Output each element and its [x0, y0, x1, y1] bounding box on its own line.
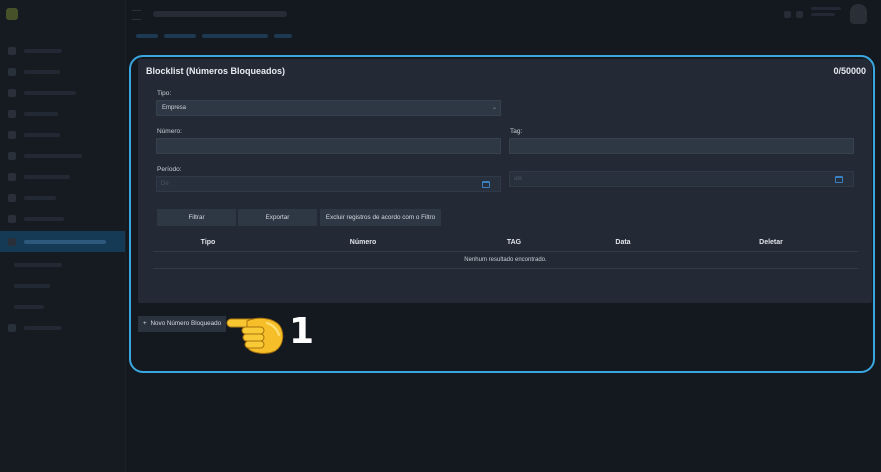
- menu-item-icon: [8, 172, 16, 181]
- sidebar-subitem[interactable]: [0, 254, 125, 275]
- sidebar-subitem[interactable]: [0, 296, 125, 317]
- pointing-hand-icon: [226, 317, 284, 354]
- sidebar-item[interactable]: [0, 317, 125, 338]
- menu-item-icon: [8, 193, 16, 202]
- top-bar: [126, 0, 881, 28]
- menu-item-icon: [8, 109, 16, 118]
- page-title-placeholder: [153, 11, 287, 17]
- app-logo: [6, 8, 26, 20]
- sidebar-item[interactable]: [0, 187, 125, 208]
- sidebar-item[interactable]: [0, 40, 125, 61]
- sidebar-item[interactable]: [0, 124, 125, 145]
- sidebar-subitem[interactable]: [0, 275, 125, 296]
- sidebar-item-active[interactable]: [0, 231, 125, 252]
- logo-text-placeholder: [23, 8, 26, 20]
- menu-item-icon: [8, 214, 16, 223]
- menu-icon[interactable]: [132, 10, 141, 20]
- sidebar-item[interactable]: [0, 166, 125, 187]
- sidebar-item[interactable]: [0, 103, 125, 124]
- step-number: 1: [289, 311, 315, 352]
- sidebar-item[interactable]: [0, 208, 125, 229]
- menu-item-icon: [8, 323, 16, 332]
- avatar[interactable]: [850, 4, 867, 24]
- sidebar-menu: [0, 40, 125, 338]
- menu-item-icon: [8, 67, 16, 76]
- menu-item-icon: [8, 130, 16, 139]
- menu-item-icon: [8, 151, 16, 160]
- menu-item-icon: [8, 88, 16, 97]
- sidebar-item[interactable]: [0, 61, 125, 82]
- breadcrumb: [136, 34, 292, 38]
- sidebar-item[interactable]: [0, 82, 125, 103]
- sidebar-item[interactable]: [0, 145, 125, 166]
- sidebar: [0, 0, 126, 472]
- user-info: [811, 7, 841, 21]
- theme-icon[interactable]: [796, 11, 803, 18]
- notification-icon[interactable]: [784, 11, 791, 18]
- menu-item-icon: [8, 237, 16, 246]
- top-actions: [784, 11, 803, 18]
- menu-item-icon: [8, 46, 16, 55]
- logo-icon: [6, 8, 18, 20]
